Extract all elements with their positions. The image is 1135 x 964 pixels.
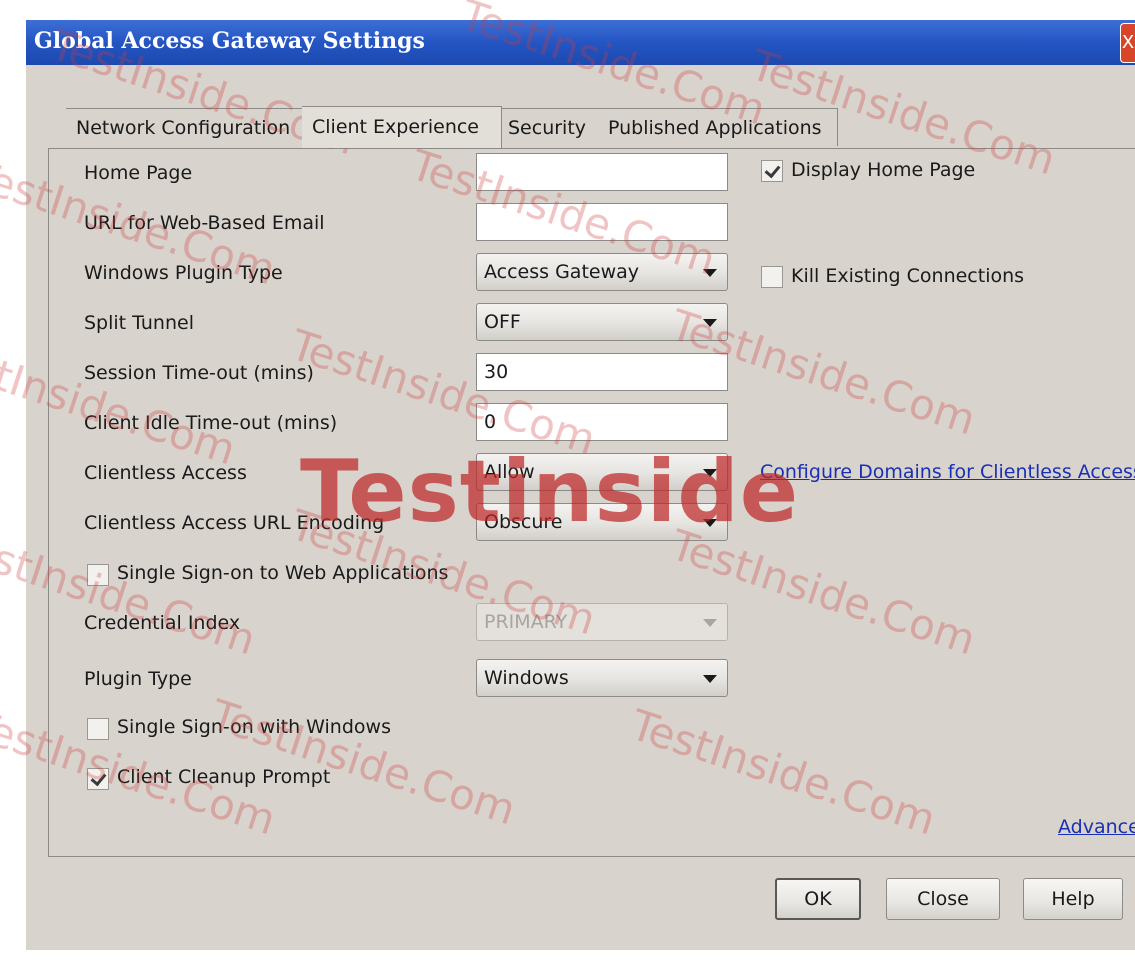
advanced-link[interactable]: Advanced: [1058, 816, 1135, 838]
dropdown-arrow-icon: [703, 469, 717, 477]
client-cleanup-label: Client Cleanup Prompt: [117, 766, 331, 788]
plugin-type-value: Windows: [484, 667, 569, 689]
tab-client-experience[interactable]: Client Experience: [302, 106, 502, 148]
dropdown-arrow-icon: [703, 619, 717, 627]
tab-network-configuration[interactable]: Network Configuration: [66, 108, 306, 146]
split-tunnel-label: Split Tunnel: [84, 312, 194, 334]
plugin-type-select[interactable]: Windows: [476, 659, 728, 697]
title-bar: Global Access Gateway Settings X: [26, 20, 1135, 65]
clientless-access-select[interactable]: Allow: [476, 453, 728, 491]
kill-existing-connections-checkbox[interactable]: [761, 266, 783, 288]
credential-index-label: Credential Index: [84, 612, 241, 634]
client-experience-panel: Home Page Display Home Page URL for Web-…: [48, 148, 1135, 857]
clientless-access-value: Allow: [484, 461, 535, 483]
close-window-button[interactable]: X: [1120, 23, 1135, 63]
split-tunnel-value: OFF: [484, 311, 521, 333]
clientless-url-encoding-label: Clientless Access URL Encoding: [84, 512, 385, 534]
windows-plugin-type-value: Access Gateway: [484, 261, 640, 283]
home-page-label: Home Page: [84, 162, 193, 184]
checkmark-icon: [764, 161, 781, 179]
client-cleanup-checkbox[interactable]: [87, 768, 109, 790]
display-home-page-label: Display Home Page: [791, 159, 976, 181]
help-button[interactable]: Help: [1023, 878, 1123, 920]
plugin-type-label: Plugin Type: [84, 668, 192, 690]
checkmark-icon: [90, 769, 107, 787]
sso-windows-label: Single Sign-on with Windows: [117, 716, 391, 738]
credential-index-value: PRIMARY: [484, 611, 568, 633]
home-page-input[interactable]: [476, 153, 728, 191]
session-timeout-label: Session Time-out (mins): [84, 362, 314, 384]
kill-existing-connections-label: Kill Existing Connections: [791, 265, 1025, 287]
web-email-label: URL for Web-Based Email: [84, 212, 325, 234]
web-email-input[interactable]: [476, 203, 728, 241]
close-button[interactable]: Close: [886, 878, 1000, 920]
dropdown-arrow-icon: [703, 519, 717, 527]
sso-web-apps-checkbox[interactable]: [87, 564, 109, 586]
window-title: Global Access Gateway Settings: [34, 28, 425, 54]
clientless-url-encoding-value: Obscure: [484, 511, 563, 533]
sso-windows-checkbox[interactable]: [87, 718, 109, 740]
display-home-page-checkbox[interactable]: [761, 160, 783, 182]
clientless-access-label: Clientless Access: [84, 462, 247, 484]
ok-button[interactable]: OK: [775, 878, 861, 920]
settings-dialog: Global Access Gateway Settings X Network…: [26, 20, 1135, 950]
split-tunnel-select[interactable]: OFF: [476, 303, 728, 341]
windows-plugin-type-label: Windows Plugin Type: [84, 262, 283, 284]
sso-web-apps-label: Single Sign-on to Web Applications: [117, 562, 449, 584]
clientless-url-encoding-select[interactable]: Obscure: [476, 503, 728, 541]
client-idle-timeout-input[interactable]: 0: [476, 403, 728, 441]
client-idle-timeout-label: Client Idle Time-out (mins): [84, 412, 338, 434]
credential-index-select[interactable]: PRIMARY: [476, 603, 728, 641]
dropdown-arrow-icon: [703, 269, 717, 277]
tab-security[interactable]: Security: [498, 108, 602, 146]
session-timeout-input[interactable]: 30: [476, 353, 728, 391]
configure-domains-link[interactable]: Configure Domains for Clientless Access: [760, 461, 1135, 483]
windows-plugin-type-select[interactable]: Access Gateway: [476, 253, 728, 291]
dropdown-arrow-icon: [703, 319, 717, 327]
dropdown-arrow-icon: [703, 675, 717, 683]
tab-published-applications[interactable]: Published Applications: [598, 108, 838, 146]
